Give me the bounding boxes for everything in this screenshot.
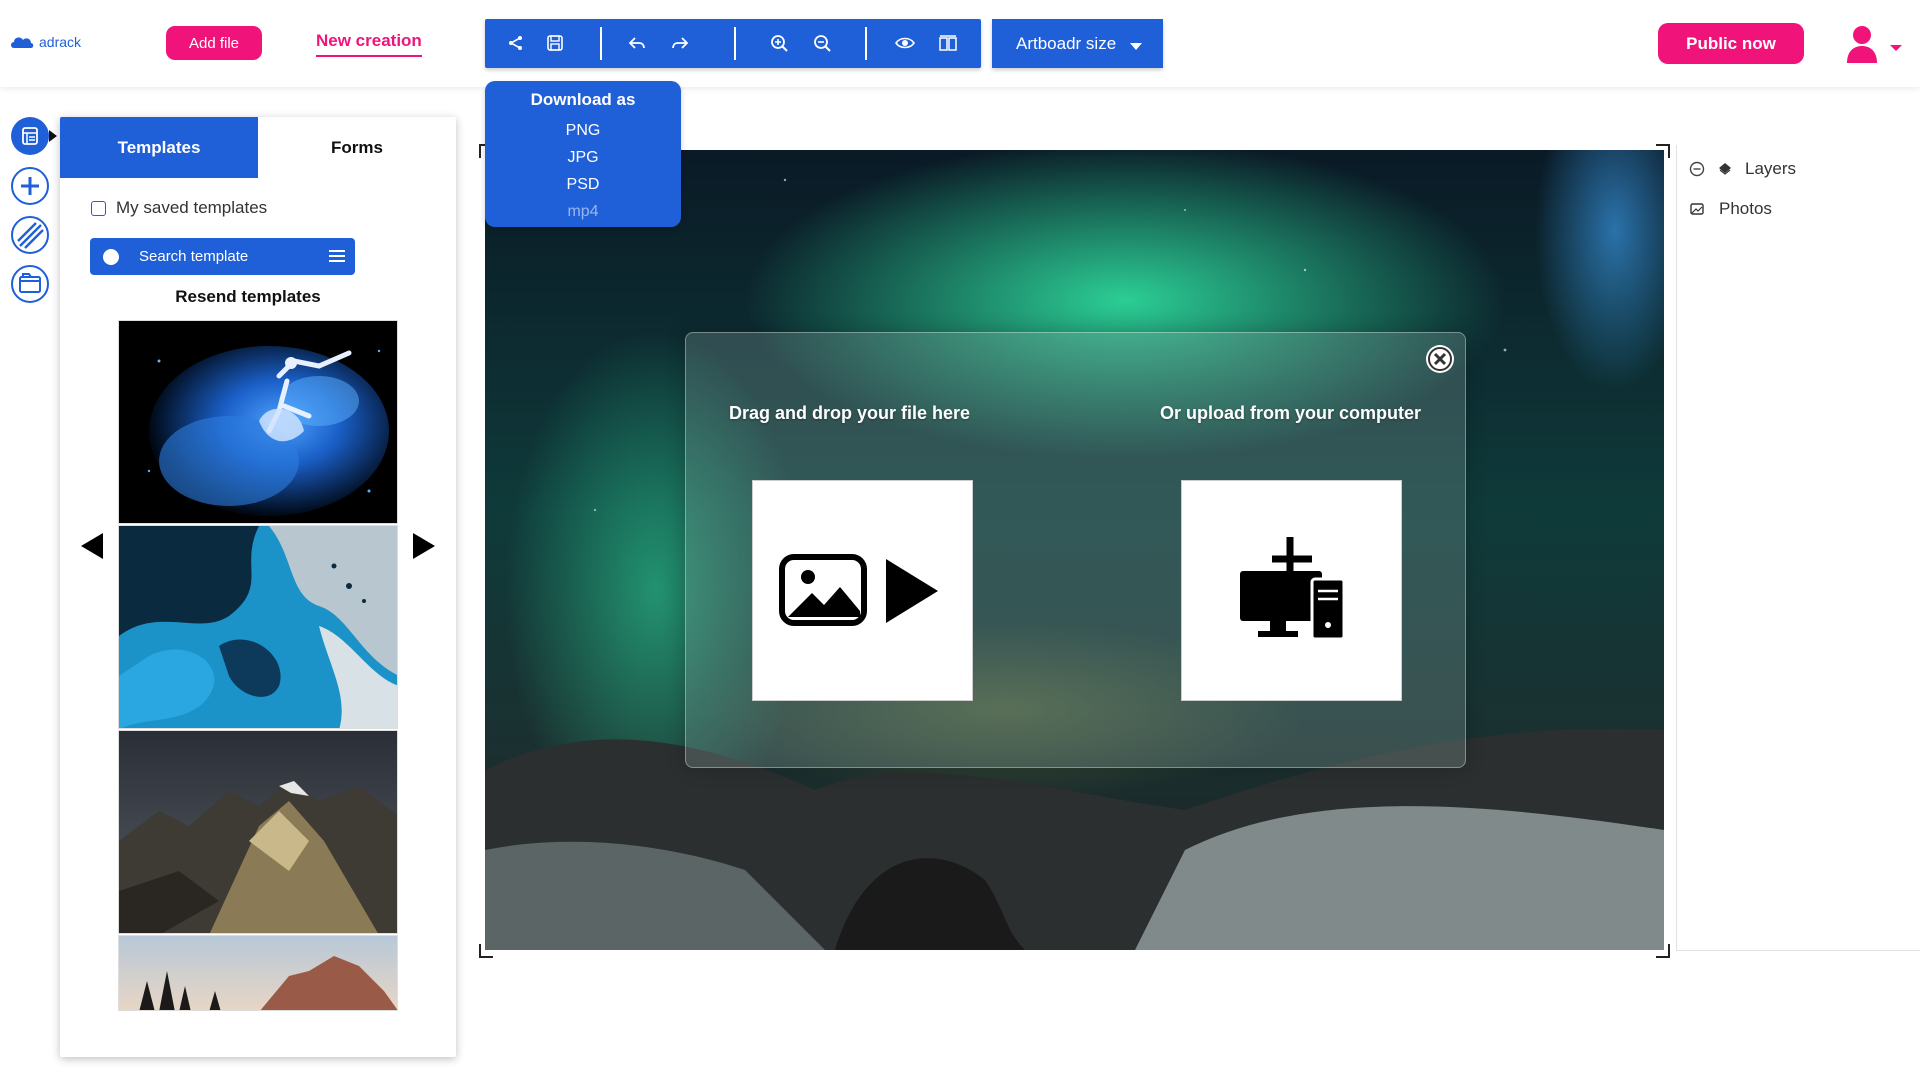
toolbar-separator xyxy=(865,27,867,60)
logo[interactable]: adrack xyxy=(10,34,81,50)
upload-computer-label: Or upload from your computer xyxy=(1160,403,1422,423)
upload-modal: Drag and drop your file here Or upload f… xyxy=(685,332,1466,768)
menu-icon[interactable] xyxy=(329,250,345,262)
fluid-art-image xyxy=(119,526,397,728)
photo-icon xyxy=(1690,203,1704,215)
save-icon[interactable] xyxy=(543,31,567,55)
mountain-image xyxy=(119,731,397,933)
zoom-out-icon[interactable] xyxy=(810,31,834,55)
top-bar: adrack Add file New creation Artboadr si… xyxy=(0,0,1920,87)
search-placeholder: Search template xyxy=(139,248,249,265)
cliff-image xyxy=(119,936,397,1010)
caret-down-icon xyxy=(1890,45,1902,51)
layers-row[interactable]: Layers xyxy=(1689,159,1796,179)
download-as-title: Download as xyxy=(530,90,636,109)
photos-label: Photos xyxy=(1719,199,1772,218)
redo-icon[interactable] xyxy=(668,31,692,55)
preview-icon[interactable] xyxy=(893,31,917,55)
tab-forms[interactable]: Forms xyxy=(258,117,456,178)
checkbox-box[interactable] xyxy=(91,200,106,216)
editor-toolbar xyxy=(485,19,981,68)
pattern-rail-button[interactable] xyxy=(10,215,50,255)
artboard-size-label: Artboadr size xyxy=(1016,33,1117,53)
caret-down-icon xyxy=(1130,43,1143,50)
layers-panel: Layers Photos xyxy=(1676,145,1920,951)
template-thumbnail-dancer[interactable] xyxy=(118,320,398,524)
drag-drop-label: Drag and drop your file here xyxy=(729,403,971,423)
download-as-menu: Download as PNG JPG PSD mp4 xyxy=(485,81,681,227)
new-creation-link[interactable]: New creation xyxy=(316,31,422,57)
template-thumbnail-cliff[interactable] xyxy=(118,935,398,1011)
next-arrow-icon[interactable] xyxy=(413,533,435,559)
add-rail-button[interactable] xyxy=(10,166,50,206)
resize-handle-bottom-left[interactable] xyxy=(479,944,493,958)
tab-templates[interactable]: Templates xyxy=(60,117,258,178)
photos-row[interactable]: Photos xyxy=(1689,199,1772,219)
compare-icon[interactable] xyxy=(936,31,960,55)
resize-handle-top-right[interactable] xyxy=(1656,144,1670,158)
logo-text: adrack xyxy=(39,34,82,50)
download-option-mp4[interactable]: mp4 xyxy=(485,198,681,225)
folder-rail-button[interactable] xyxy=(10,264,50,304)
dancer-image xyxy=(119,321,397,523)
my-saved-templates-label: My saved templates xyxy=(116,198,268,217)
close-icon[interactable] xyxy=(1424,343,1456,375)
user-menu[interactable] xyxy=(1844,25,1904,65)
my-saved-templates-checkbox[interactable]: My saved templates xyxy=(91,198,267,218)
search-icon xyxy=(103,248,119,265)
templates-rail-button[interactable] xyxy=(10,116,50,156)
template-thumbnail-mountain[interactable] xyxy=(118,730,398,934)
pattern-icon xyxy=(11,216,49,254)
toolbar-separator xyxy=(600,27,602,60)
user-avatar-icon xyxy=(1847,26,1877,63)
undo-icon[interactable] xyxy=(625,31,649,55)
search-template-input[interactable]: Search template xyxy=(90,238,355,275)
artboard-size-dropdown[interactable]: Artboadr size xyxy=(992,19,1163,68)
share-icon[interactable] xyxy=(504,31,528,55)
upload-from-computer-zone[interactable] xyxy=(1181,480,1402,701)
layers-icon xyxy=(1719,163,1731,175)
zoom-in-icon[interactable] xyxy=(767,31,791,55)
add-icon xyxy=(11,167,49,205)
cloud-logo-icon xyxy=(11,37,34,48)
templates-icon xyxy=(11,117,49,155)
download-option-jpg[interactable]: JPG xyxy=(485,144,681,171)
resize-handle-bottom-right[interactable] xyxy=(1656,944,1670,958)
folder-icon xyxy=(11,265,49,303)
resend-templates-title: Resend templates xyxy=(175,287,321,306)
collapse-icon[interactable] xyxy=(1689,161,1705,177)
upload-computer-icon xyxy=(1239,536,1345,640)
download-option-png[interactable]: PNG xyxy=(485,117,681,144)
editor-page: adrack Add file New creation Artboadr si… xyxy=(0,0,1920,1080)
image-video-icon xyxy=(778,553,938,626)
templates-panel: Templates Forms My saved templates Searc… xyxy=(60,117,456,1057)
drag-drop-zone[interactable] xyxy=(752,480,973,701)
toolbar-separator xyxy=(734,27,736,60)
add-file-button[interactable]: Add file xyxy=(166,26,262,60)
download-option-psd[interactable]: PSD xyxy=(485,171,681,198)
public-now-button[interactable]: Public now xyxy=(1658,23,1804,64)
rail-active-indicator xyxy=(49,130,57,142)
layers-label: Layers xyxy=(1745,159,1797,178)
template-thumbnail-fluid[interactable] xyxy=(118,525,398,729)
prev-arrow-icon[interactable] xyxy=(81,533,103,559)
